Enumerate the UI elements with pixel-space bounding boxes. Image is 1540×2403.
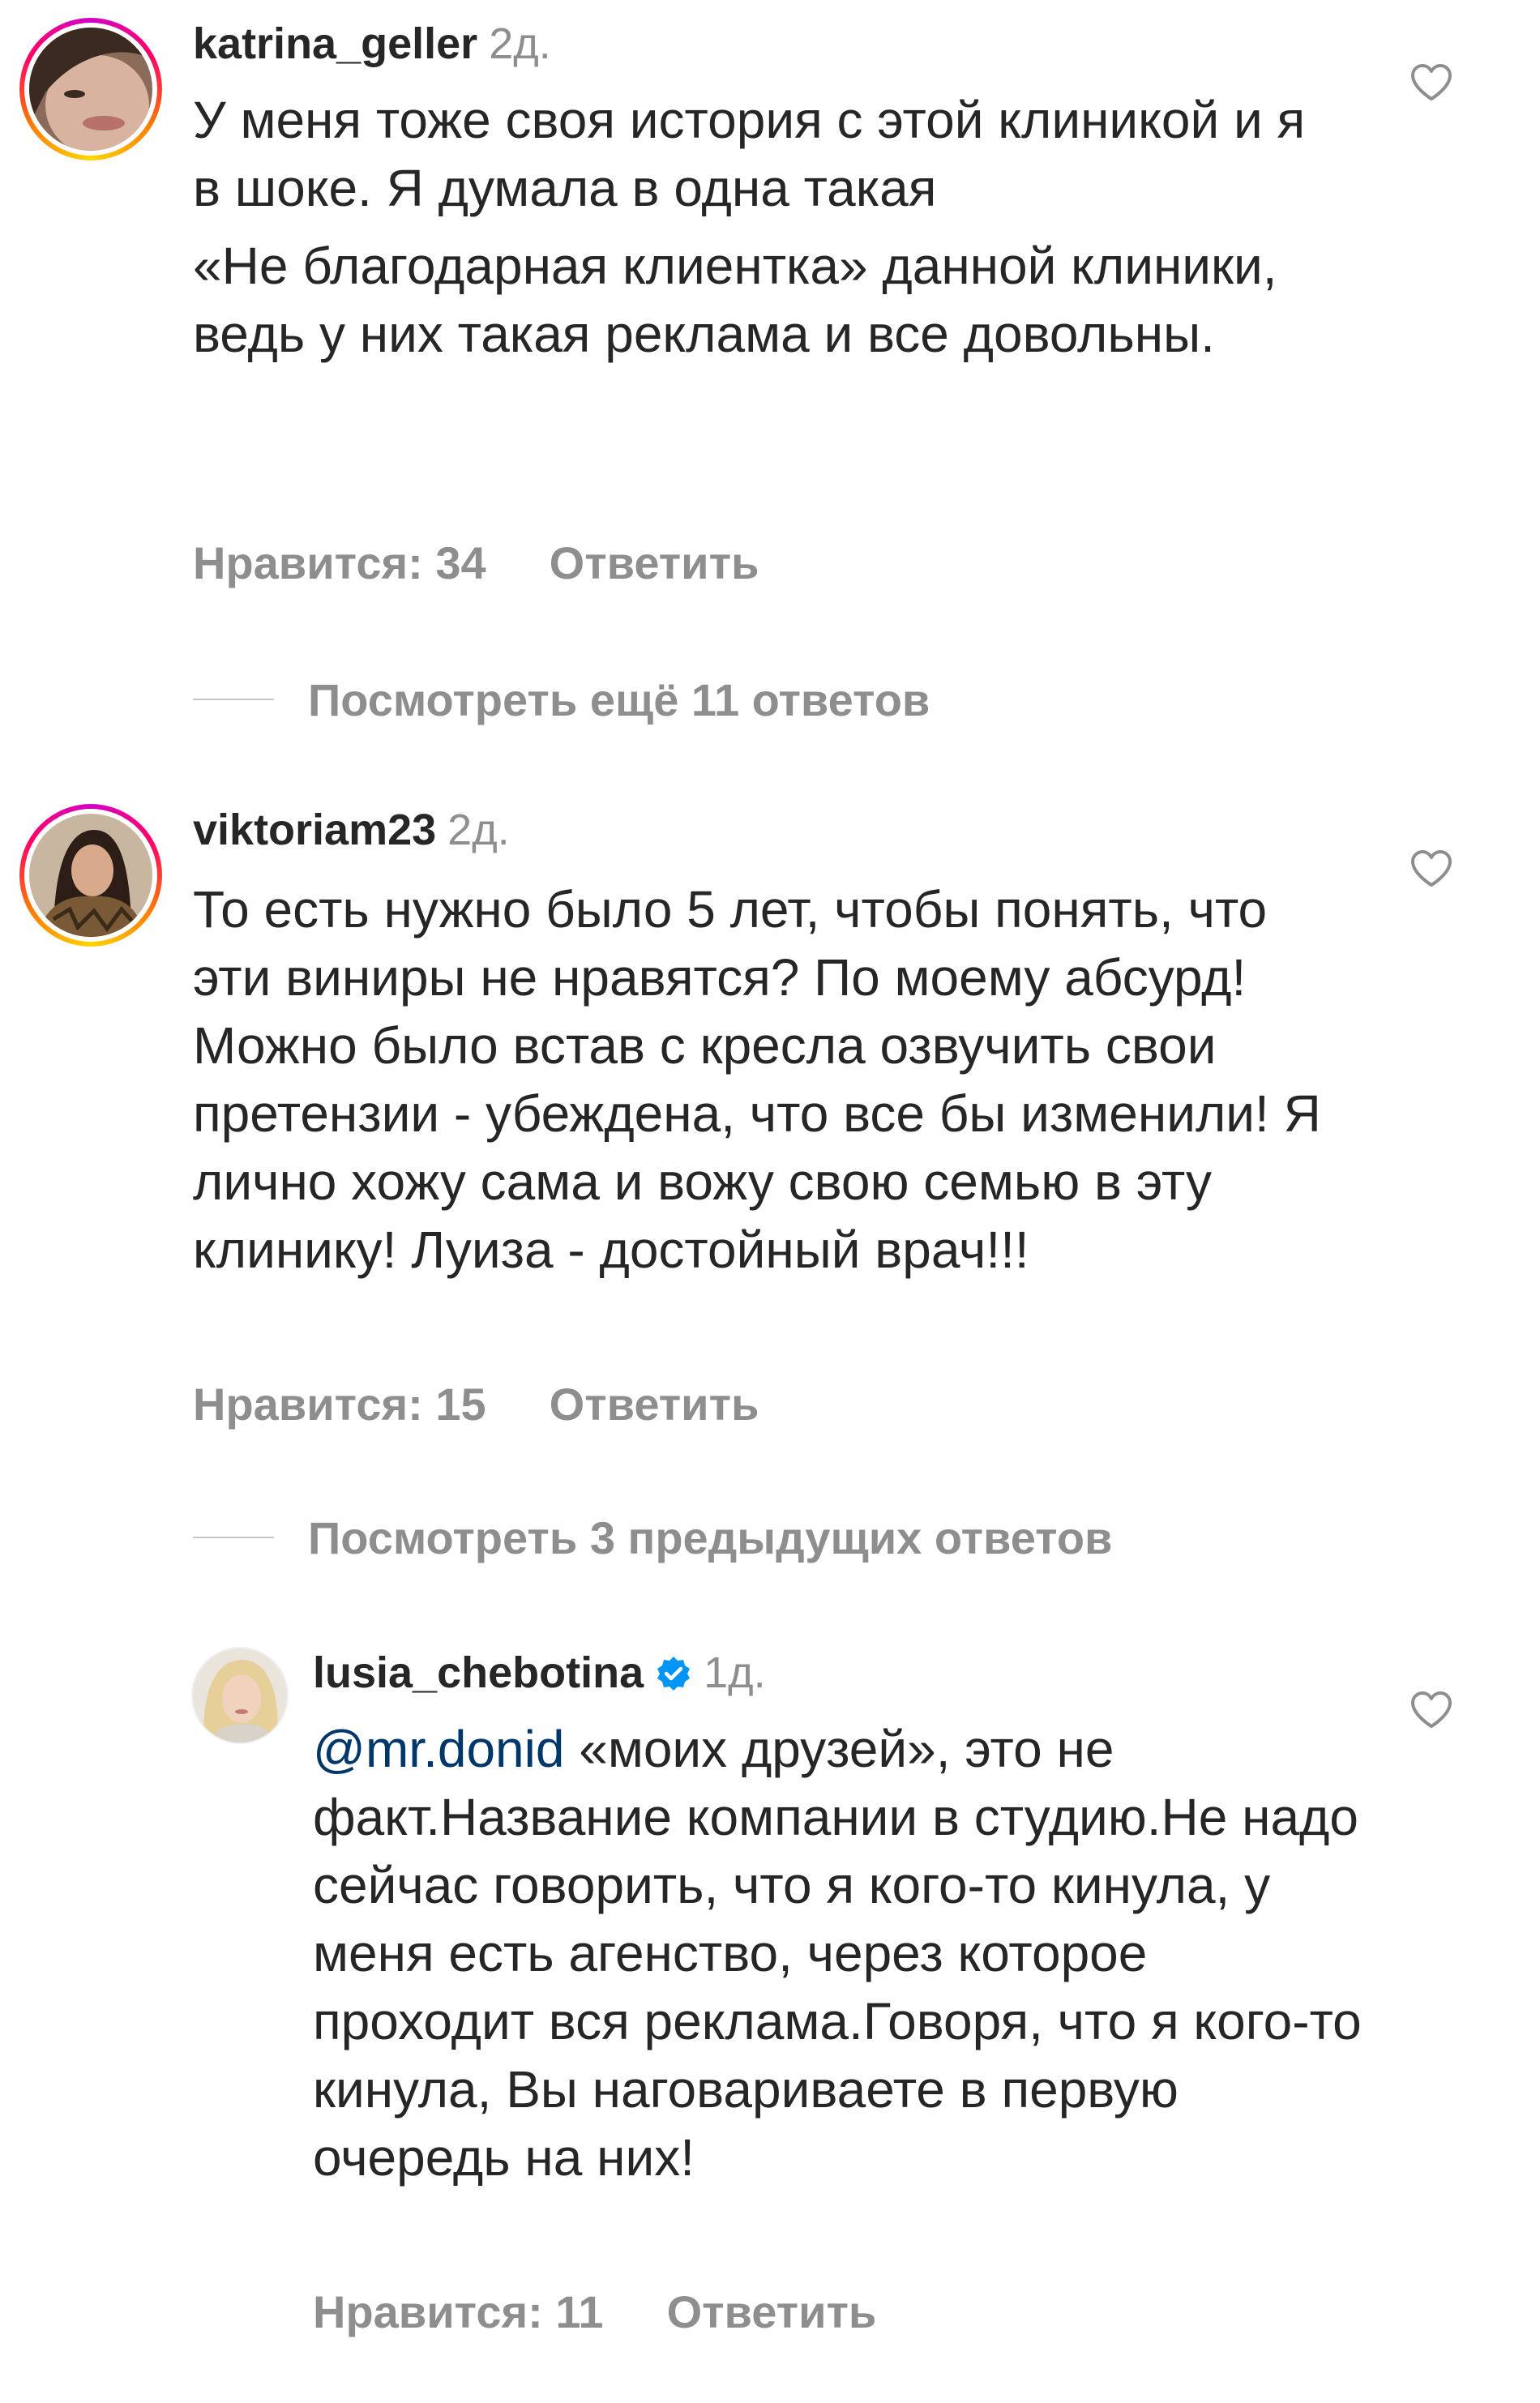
view-more-label: Посмотреть ещё 11 ответов [308, 673, 930, 725]
timestamp: 2д. [447, 806, 510, 854]
view-previous-replies[interactable]: Посмотреть 3 предыдущих ответов [193, 1511, 1112, 1564]
likes-count[interactable]: Нравится: 34 [193, 537, 486, 588]
timestamp: 1д. [704, 1648, 766, 1697]
comment-paragraph: @mr.donid «моих друзей», это не факт.Наз… [313, 1715, 1367, 2191]
comment-paragraph: У меня тоже своя история с этой клиникой… [193, 91, 1306, 217]
avatar-story-ring[interactable] [19, 804, 162, 947]
likes-count[interactable]: Нравится: 15 [193, 1379, 486, 1430]
comment-header: viktoriam23 2д. [193, 804, 510, 856]
avatar-story-ring[interactable] [19, 18, 162, 160]
reply-button[interactable]: Ответить [667, 2286, 877, 2337]
comment-paragraph: То есть нужно было 5 лет, чтобы понять, … [193, 880, 1321, 1279]
heart-icon[interactable] [1410, 849, 1452, 888]
mention-link[interactable]: @mr.donid [313, 1720, 564, 1778]
likes-count[interactable]: Нравится: 11 [313, 2286, 604, 2337]
comment-paragraph: «Не благодарная клиентка» данной клиники… [193, 237, 1277, 363]
comment-actions: Нравится: 34 Ответить [193, 537, 759, 590]
reply-button[interactable]: Ответить [550, 537, 759, 588]
comment-header: lusia_chebotina 1д. [313, 1647, 766, 1699]
divider-line [193, 699, 274, 700]
comment-header: katrina_geller 2д. [193, 18, 551, 70]
comment-actions: Нравится: 11 Ответить [313, 2285, 876, 2339]
divider-line [193, 1537, 274, 1538]
comment-body: «моих друзей», это не факт.Название комп… [313, 1720, 1362, 2187]
heart-icon[interactable] [1410, 1691, 1452, 1730]
heart-icon[interactable] [1410, 63, 1452, 102]
username[interactable]: viktoriam23 [193, 806, 436, 854]
username[interactable]: katrina_geller [193, 19, 477, 68]
view-more-replies[interactable]: Посмотреть ещё 11 ответов [193, 673, 930, 726]
avatar [29, 814, 152, 937]
comment-text: У меня тоже своя история с этой клиникой… [193, 86, 1311, 368]
avatar[interactable] [191, 1647, 289, 1744]
comment-actions: Нравится: 15 Ответить [193, 1378, 759, 1431]
avatar [29, 28, 152, 151]
comment-text: То есть нужно было 5 лет, чтобы понять, … [193, 875, 1344, 1284]
verified-badge-icon [657, 1657, 691, 1691]
username[interactable]: lusia_chebotina [313, 1648, 644, 1697]
view-more-label: Посмотреть 3 предыдущих ответов [308, 1511, 1113, 1563]
reply-button[interactable]: Ответить [550, 1379, 759, 1430]
timestamp: 2д. [489, 19, 551, 68]
comment-text: @mr.donid «моих друзей», это не факт.Наз… [313, 1715, 1367, 2191]
